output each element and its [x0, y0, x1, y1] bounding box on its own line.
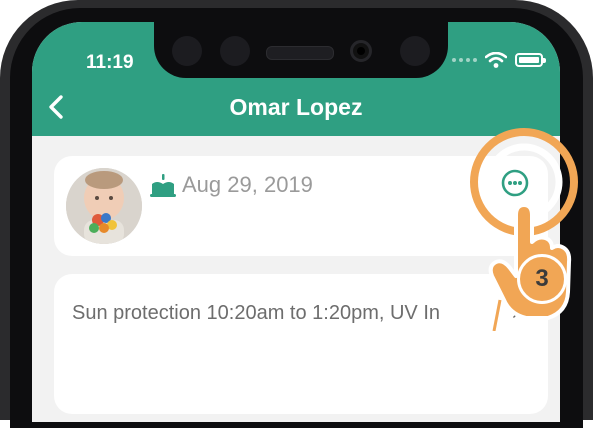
tutorial-overlay	[470, 128, 578, 331]
pointer-line	[492, 299, 502, 331]
tutorial-step-badge: 3	[517, 254, 567, 304]
